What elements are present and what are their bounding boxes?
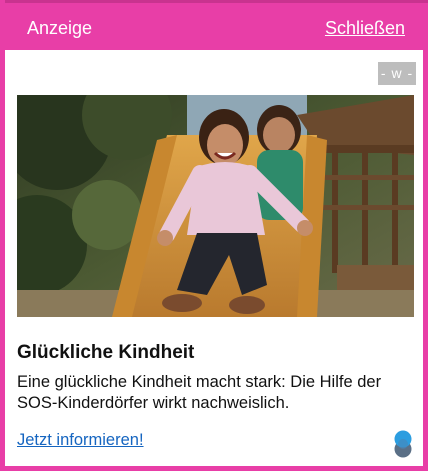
ad-description: Eine glückliche Kindheit macht stark: Di…: [17, 373, 382, 412]
ad-image[interactable]: [17, 95, 414, 317]
ad-header: Anzeige Schließen: [5, 0, 423, 50]
cta-link[interactable]: Jetzt informieren!: [17, 430, 144, 450]
close-button[interactable]: Schließen: [325, 18, 405, 38]
w-badge: - w -: [378, 62, 416, 85]
ad-title[interactable]: Glückliche Kindheit: [17, 341, 194, 365]
ad-label: Anzeige: [27, 18, 93, 38]
adchoices-info-icon[interactable]: [393, 429, 413, 459]
ad-photo-illustration: [17, 95, 414, 317]
ad-card[interactable]: - w - Glückliche Kindheit Eine glücklich…: [5, 50, 423, 466]
ad-container: Anzeige Schließen - w - Glückliche Kindh…: [0, 0, 428, 471]
